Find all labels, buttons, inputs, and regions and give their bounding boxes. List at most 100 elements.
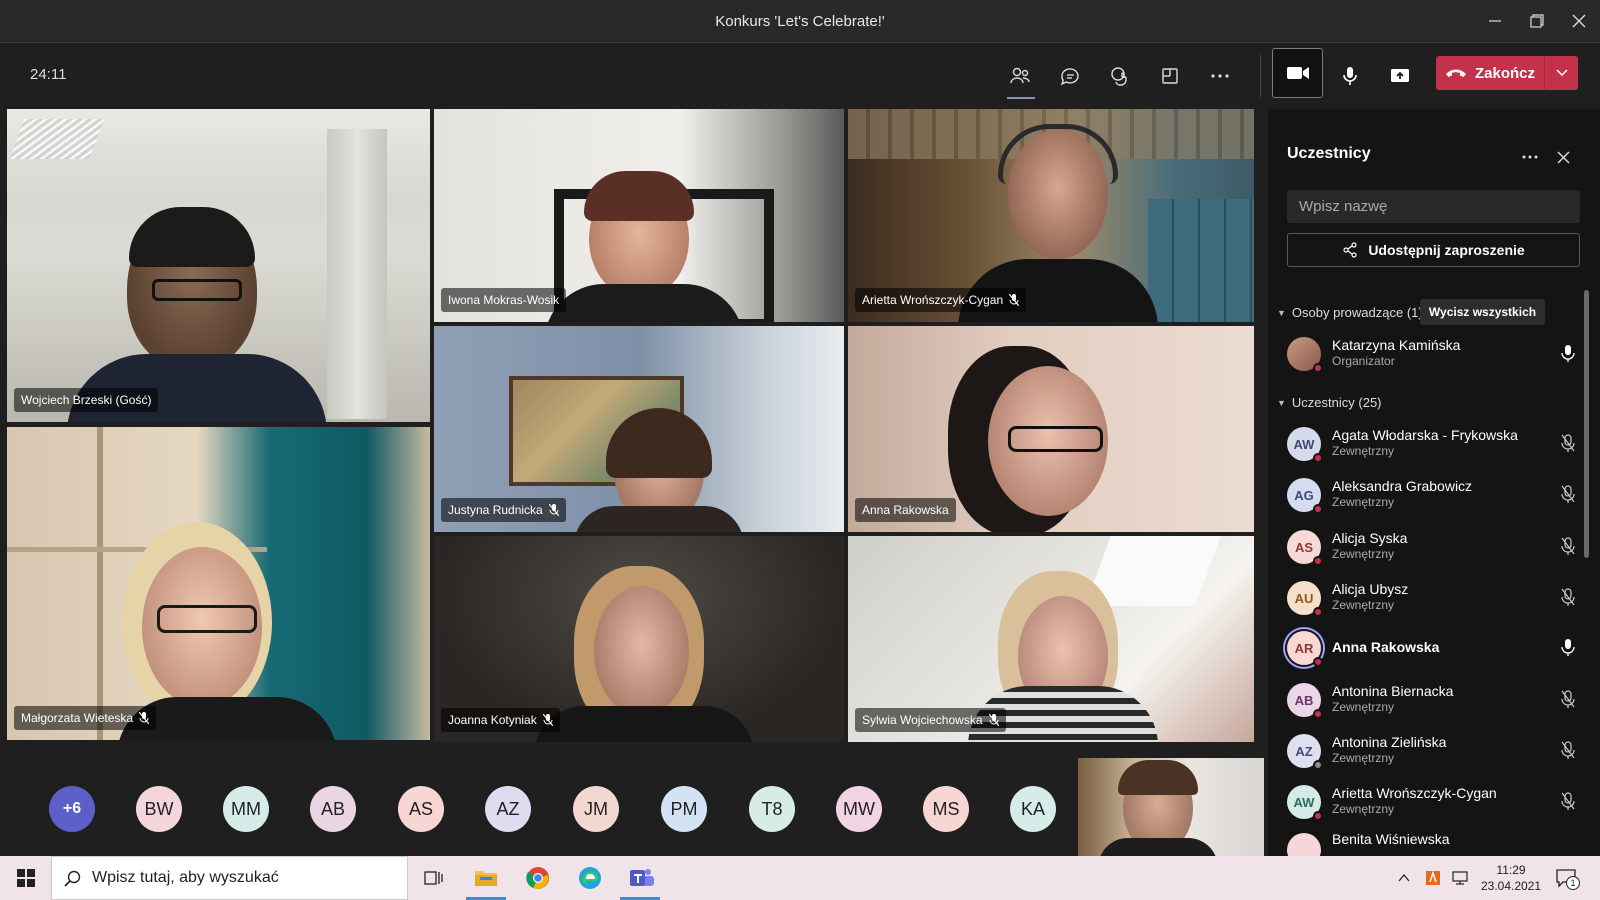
leave-main[interactable]: Zakończ bbox=[1436, 56, 1544, 90]
leave-call-button[interactable]: Zakończ bbox=[1436, 56, 1578, 90]
participant-row[interactable]: AU Alicja Ubysz Zewnętrzny bbox=[1287, 577, 1587, 621]
video-tile[interactable]: Iwona Mokras-Wosik bbox=[434, 109, 844, 322]
chrome-button[interactable] bbox=[524, 864, 552, 892]
leave-options-dropdown[interactable] bbox=[1544, 56, 1578, 90]
people-icon bbox=[1010, 67, 1030, 84]
participant-role: Zewnętrzny bbox=[1332, 700, 1395, 714]
show-hidden-icons-button[interactable] bbox=[1396, 864, 1412, 892]
video-tile[interactable]: Joanna Kotyniak bbox=[434, 536, 844, 742]
muted-mic-icon bbox=[1561, 792, 1575, 810]
video-tile[interactable]: Justyna Rudnicka bbox=[434, 326, 844, 532]
window-title: Konkurs 'Let's Celebrate!' bbox=[715, 13, 885, 30]
muted-mic-icon bbox=[542, 714, 553, 726]
participant-search-input[interactable]: Wpisz nazwę bbox=[1287, 190, 1580, 223]
status-dot bbox=[1313, 453, 1323, 463]
participant-avatar[interactable]: MW bbox=[836, 786, 882, 832]
mute-all-button[interactable]: Wycisz wszystkich bbox=[1420, 299, 1545, 325]
participant-row[interactable]: AW Arietta Wrońszczyk-Cygan Zewnętrzny bbox=[1287, 781, 1587, 825]
teams-button[interactable] bbox=[628, 864, 656, 892]
participant-role: Zewnętrzny bbox=[1332, 802, 1395, 816]
show-participants-button[interactable] bbox=[1000, 56, 1040, 96]
muted-mic-icon bbox=[1009, 294, 1020, 306]
participant-avatar[interactable]: T8 bbox=[749, 786, 795, 832]
meeting-toolbar: 24:11 Zakończ bbox=[0, 43, 1600, 109]
muted-mic-icon bbox=[988, 714, 999, 726]
self-video-preview[interactable] bbox=[1078, 758, 1264, 856]
reactions-button[interactable] bbox=[1100, 56, 1140, 96]
edge-button[interactable] bbox=[576, 864, 604, 892]
video-tile[interactable]: Anna Rakowska bbox=[848, 326, 1254, 532]
clock-time: 11:29 bbox=[1496, 863, 1526, 877]
system-clock[interactable]: 11:29 23.04.2021 bbox=[1476, 862, 1546, 894]
caret-down-icon: ▼ bbox=[1277, 307, 1286, 318]
participant-row[interactable]: AZ Antonina Zielińska Zewnętrzny bbox=[1287, 730, 1587, 774]
more-icon bbox=[1211, 74, 1229, 78]
chevron-up-icon bbox=[1398, 874, 1410, 882]
participant-avatar[interactable]: AS bbox=[398, 786, 444, 832]
rooms-button[interactable] bbox=[1150, 56, 1190, 96]
presenters-section-toggle[interactable]: ▼ Osoby prowadzące (1) bbox=[1277, 305, 1423, 320]
participant-row[interactable]: AS Alicja Syska Zewnętrzny bbox=[1287, 526, 1587, 570]
participant-avatar[interactable]: KA bbox=[1010, 786, 1056, 832]
notification-count: 1 bbox=[1566, 876, 1580, 890]
participant-row[interactable]: AW Agata Włodarska - Frykowska Zewnętrzn… bbox=[1287, 423, 1587, 467]
camera-toggle-button[interactable] bbox=[1272, 48, 1323, 98]
status-dot bbox=[1313, 657, 1323, 667]
attendees-section-toggle[interactable]: ▼ Uczestnicy (25) bbox=[1277, 395, 1382, 410]
participant-name: Katarzyna Kamińska bbox=[1332, 337, 1461, 353]
participant-row[interactable]: AB Antonina Biernacka Zewnętrzny bbox=[1287, 679, 1587, 723]
title-bar: Konkurs 'Let's Celebrate!' bbox=[0, 0, 1600, 43]
video-tile[interactable]: Arietta Wrońszczyk-Cygan bbox=[848, 109, 1254, 322]
panel-more-button[interactable] bbox=[1518, 147, 1542, 167]
participant-row-speaking[interactable]: AR Anna Rakowska bbox=[1287, 627, 1587, 671]
windows-taskbar: Wpisz tutaj, aby wyszukać 11:29 23.04.20… bbox=[0, 856, 1600, 900]
video-tile[interactable]: Małgorzata Wieteska bbox=[7, 427, 430, 740]
tray-app-button[interactable] bbox=[1424, 864, 1442, 892]
taskbar-search-input[interactable]: Wpisz tutaj, aby wyszukać bbox=[51, 856, 408, 900]
muted-mic-icon bbox=[1561, 741, 1575, 759]
file-explorer-button[interactable] bbox=[472, 864, 500, 892]
windows-logo-icon bbox=[17, 869, 35, 887]
breakout-rooms-icon bbox=[1162, 68, 1178, 84]
video-stage: Wojciech Brzeski (Gość) Iwona Mokras-Wos… bbox=[0, 109, 1268, 856]
participant-avatar[interactable]: AB bbox=[310, 786, 356, 832]
video-tile[interactable]: Sylwia Wojciechowska bbox=[848, 536, 1254, 742]
participant-role: Zewnętrzny bbox=[1332, 495, 1395, 509]
restore-button[interactable] bbox=[1518, 6, 1556, 36]
network-button[interactable] bbox=[1450, 864, 1470, 892]
status-dot bbox=[1313, 607, 1323, 617]
participant-name: Alicja Syska bbox=[1332, 530, 1408, 546]
participant-row[interactable]: Katarzyna Kamińska Organizator bbox=[1287, 333, 1587, 377]
microphone-icon bbox=[1561, 345, 1575, 362]
microphone-toggle-button[interactable] bbox=[1330, 56, 1370, 96]
participant-row[interactable]: Benita Wiśniewska bbox=[1287, 829, 1587, 856]
close-window-button[interactable] bbox=[1560, 6, 1598, 36]
participant-avatar[interactable]: JM bbox=[573, 786, 619, 832]
participant-name: Antonina Biernacka bbox=[1332, 683, 1454, 699]
start-button[interactable] bbox=[12, 864, 40, 892]
notifications-button[interactable]: 1 bbox=[1552, 864, 1580, 892]
participant-avatar[interactable]: MS bbox=[923, 786, 969, 832]
video-tile[interactable]: Wojciech Brzeski (Gość) bbox=[7, 109, 430, 422]
more-actions-button[interactable] bbox=[1200, 56, 1240, 96]
participant-avatar[interactable]: MM bbox=[223, 786, 269, 832]
leave-label: Zakończ bbox=[1474, 64, 1535, 82]
share-content-button[interactable] bbox=[1380, 56, 1420, 96]
participant-avatar[interactable]: PM bbox=[661, 786, 707, 832]
participant-row[interactable]: AG Aleksandra Grabowicz Zewnętrzny bbox=[1287, 474, 1587, 518]
more-participants-button[interactable]: +6 bbox=[49, 786, 95, 832]
active-indicator bbox=[1007, 97, 1035, 99]
participant-avatar[interactable]: AZ bbox=[485, 786, 531, 832]
close-panel-button[interactable] bbox=[1551, 145, 1575, 169]
share-invite-button[interactable]: Udostępnij zaproszenie bbox=[1287, 233, 1580, 267]
muted-mic-icon bbox=[1561, 588, 1575, 606]
panel-scrollbar[interactable] bbox=[1584, 290, 1589, 558]
raise-hand-icon bbox=[1111, 67, 1127, 86]
participant-avatar[interactable]: BW bbox=[136, 786, 182, 832]
tile-name-label: Wojciech Brzeski (Gość) bbox=[14, 388, 159, 412]
task-view-button[interactable] bbox=[420, 864, 448, 892]
muted-mic-icon bbox=[139, 712, 150, 724]
minimize-button[interactable] bbox=[1476, 6, 1514, 36]
clock-date: 23.04.2021 bbox=[1480, 879, 1542, 893]
show-chat-button[interactable] bbox=[1050, 56, 1090, 96]
